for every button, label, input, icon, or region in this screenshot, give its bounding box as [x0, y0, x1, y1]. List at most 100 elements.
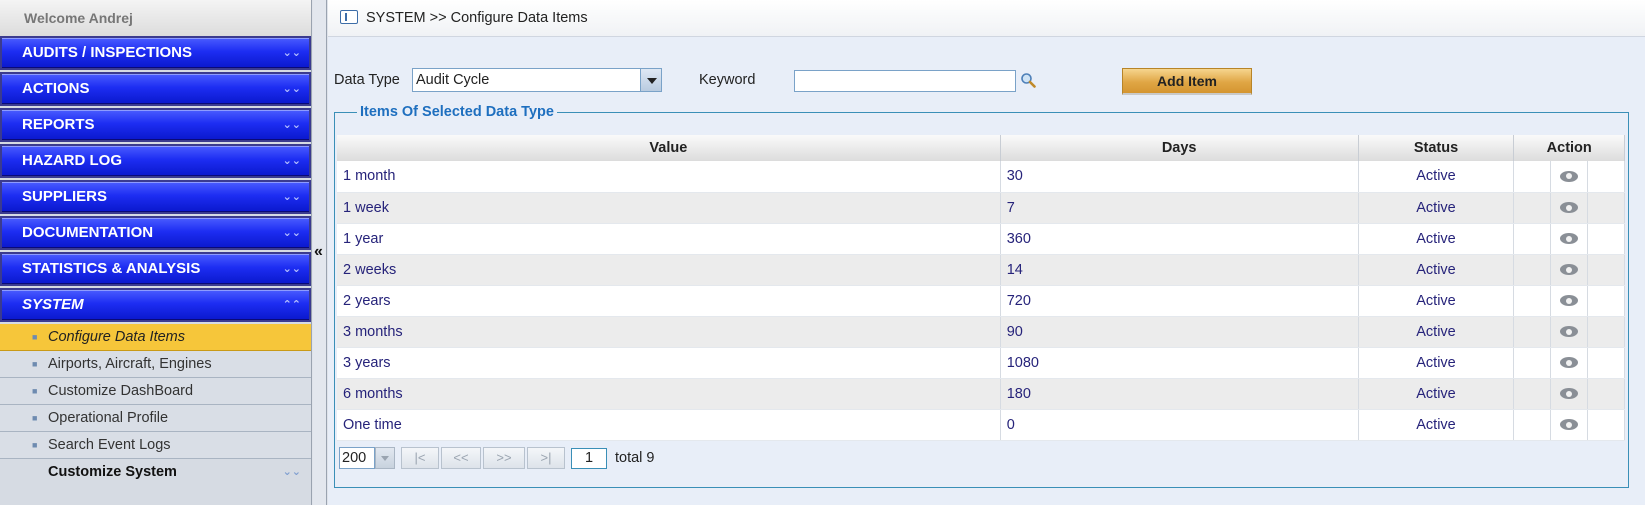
menu-label: HAZARD LOG [22, 152, 122, 169]
prev-page-button[interactable]: << [441, 447, 481, 469]
cell-days: 1080 [1000, 347, 1359, 379]
menu-suppliers[interactable]: SUPPLIERS ⌄⌄ [0, 180, 311, 214]
keyword-input[interactable] [794, 70, 1016, 92]
cell-value: 1 year [337, 223, 1001, 255]
eye-icon[interactable] [1560, 388, 1579, 400]
next-page-button[interactable]: >> [483, 447, 525, 469]
cell-spacer [1587, 161, 1625, 193]
bullet-icon: ■ [32, 440, 38, 450]
dropdown-arrow-icon[interactable] [640, 68, 662, 92]
menu-label: SUPPLIERS [22, 188, 108, 205]
cell-spacer [1587, 316, 1625, 348]
items-table: Value Days Status Action 1 month 30 Active… [337, 135, 1625, 441]
table-row[interactable]: 1 month 30 Active [337, 161, 1625, 193]
cell-days: 360 [1000, 223, 1359, 255]
menu-system[interactable]: SYSTEM ⌃⌃ [0, 288, 311, 322]
filter-bar: Data Type Audit Cycle Keyword Add Item [334, 68, 1645, 95]
menu-hazard-log[interactable]: HAZARD LOG ⌄⌄ [0, 144, 311, 178]
table-row[interactable]: 6 months 180 Active [337, 378, 1625, 410]
cell-spacer [1513, 378, 1552, 410]
cell-value: One time [337, 409, 1001, 441]
cell-value: 3 years [337, 347, 1001, 379]
eye-icon[interactable] [1560, 170, 1579, 182]
column-header-status[interactable]: Status [1358, 135, 1515, 161]
cell-spacer [1587, 378, 1625, 410]
cell-days: 0 [1000, 409, 1359, 441]
chevron-down-icon: ⌄⌄ [282, 119, 301, 131]
table-row[interactable]: 1 week 7 Active [337, 192, 1625, 224]
eye-icon[interactable] [1560, 326, 1579, 338]
cell-status: Active [1358, 223, 1515, 255]
menu-label: ACTIONS [22, 80, 90, 97]
cell-value: 2 years [337, 285, 1001, 317]
cell-action [1550, 316, 1589, 348]
menu-actions[interactable]: ACTIONS ⌄⌄ [0, 72, 311, 106]
sidebar-collapse-handle[interactable]: « [313, 0, 327, 505]
cell-spacer [1513, 285, 1552, 317]
cell-spacer [1513, 347, 1552, 379]
cell-spacer [1587, 347, 1625, 379]
cell-status: Active [1358, 285, 1515, 317]
breadcrumb: SYSTEM >> Configure Data Items [328, 0, 1645, 37]
submenu-operational-profile[interactable]: ■ Operational Profile [0, 405, 311, 432]
submenu-search-event-logs[interactable]: ■ Search Event Logs [0, 432, 311, 459]
cell-action [1550, 378, 1589, 410]
bullet-icon: ■ [32, 332, 38, 342]
eye-icon[interactable] [1560, 202, 1579, 214]
cell-spacer [1513, 161, 1552, 193]
cell-status: Active [1358, 378, 1515, 410]
breadcrumb-section: SYSTEM [366, 10, 426, 26]
submenu-airports-aircraft-engines[interactable]: ■ Airports, Aircraft, Engines [0, 351, 311, 378]
column-header-action: Action [1513, 135, 1625, 161]
menu-documentation[interactable]: DOCUMENTATION ⌄⌄ [0, 216, 311, 250]
page-size-select[interactable]: 200 [339, 447, 375, 469]
chevron-down-icon: ⌄⌄ [282, 47, 301, 59]
cell-days: 14 [1000, 254, 1359, 286]
page-icon [340, 10, 358, 24]
cell-days: 180 [1000, 378, 1359, 410]
submenu-label: Search Event Logs [48, 437, 171, 453]
table-row[interactable]: 2 years 720 Active [337, 285, 1625, 317]
column-header-value[interactable]: Value [337, 135, 1001, 161]
chevron-down-icon: ⌄⌄ [282, 83, 301, 95]
cell-value: 6 months [337, 378, 1001, 410]
submenu-label: Operational Profile [48, 410, 169, 426]
data-type-select[interactable]: Audit Cycle [412, 68, 658, 92]
cell-spacer [1513, 254, 1552, 286]
cell-action [1550, 347, 1589, 379]
table-row[interactable]: 1 year 360 Active [337, 223, 1625, 255]
column-header-days[interactable]: Days [1000, 135, 1359, 161]
breadcrumb-page: Configure Data Items [450, 10, 588, 26]
submenu-label: Airports, Aircraft, Engines [48, 356, 212, 372]
page-number-input[interactable]: 1 [571, 448, 607, 469]
submenu-configure-data-items[interactable]: ■ Configure Data Items [0, 324, 311, 351]
search-icon[interactable] [1020, 72, 1036, 88]
chevron-down-icon: ⌄⌄ [282, 263, 301, 275]
sidebar: Welcome Andrej AUDITS / INSPECTIONS ⌄⌄ AC… [0, 0, 312, 505]
eye-icon[interactable] [1560, 264, 1579, 276]
table-row[interactable]: One time 0 Active [337, 409, 1625, 441]
cell-status: Active [1358, 347, 1515, 379]
cell-action [1550, 192, 1589, 224]
cell-days: 30 [1000, 161, 1359, 193]
table-row[interactable]: 3 months 90 Active [337, 316, 1625, 348]
chevron-down-icon: ⌄⌄ [282, 466, 301, 478]
submenu-group-label: Customize System [48, 464, 177, 480]
last-page-button[interactable]: >| [527, 447, 565, 469]
table-row[interactable]: 3 years 1080 Active [337, 347, 1625, 379]
items-fieldset: Items Of Selected Data Type Value Days S… [334, 104, 1629, 488]
total-count: total 9 [615, 450, 655, 466]
table-row[interactable]: 2 weeks 14 Active [337, 254, 1625, 286]
eye-icon[interactable] [1560, 357, 1579, 369]
eye-icon[interactable] [1560, 295, 1579, 307]
menu-audits-inspections[interactable]: AUDITS / INSPECTIONS ⌄⌄ [0, 36, 311, 70]
submenu-customize-dashboard[interactable]: ■ Customize DashBoard [0, 378, 311, 405]
menu-reports[interactable]: REPORTS ⌄⌄ [0, 108, 311, 142]
menu-statistics-analysis[interactable]: STATISTICS & ANALYSIS ⌄⌄ [0, 252, 311, 286]
submenu-group-customize-system[interactable]: Customize System ⌄⌄ [0, 459, 311, 486]
eye-icon[interactable] [1560, 419, 1579, 431]
first-page-button[interactable]: |< [401, 447, 439, 469]
dropdown-arrow-icon[interactable] [375, 447, 395, 469]
add-item-button[interactable]: Add Item [1122, 68, 1252, 95]
eye-icon[interactable] [1560, 233, 1579, 245]
